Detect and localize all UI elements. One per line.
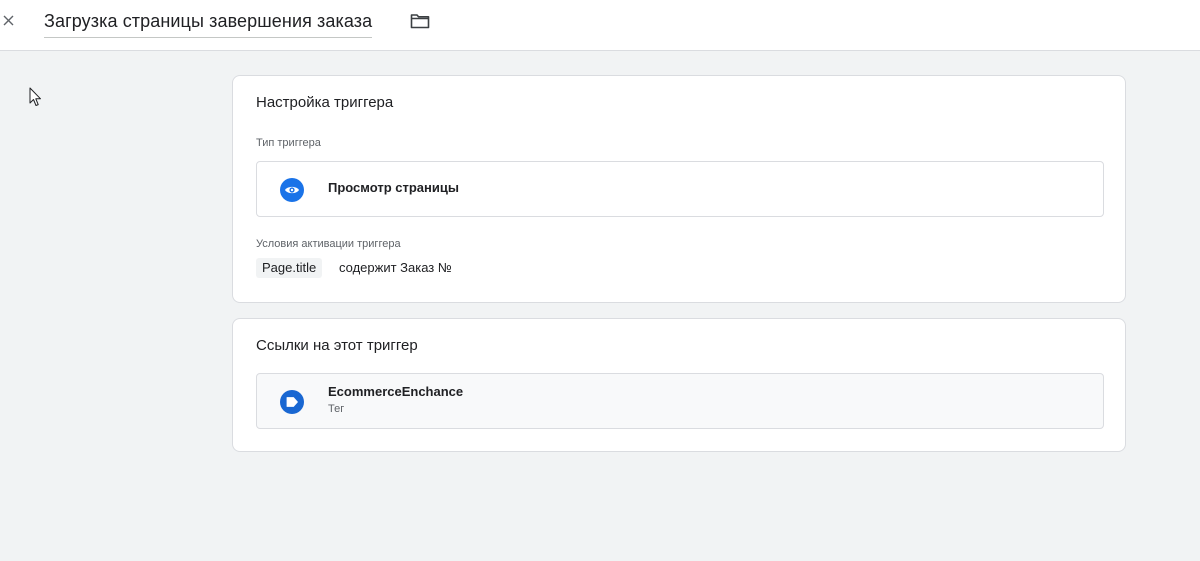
tag-icon [280,390,304,414]
condition-variable-chip: Page.title [256,258,323,278]
reference-item[interactable]: EcommerceEnchance Тег [256,373,1104,429]
mouse-cursor-icon [29,87,41,106]
folder-button[interactable] [410,12,430,30]
trigger-config-title: Настройка триггера [256,94,394,111]
eye-icon [280,178,304,202]
trigger-type-name: Просмотр страницы [328,180,459,195]
reference-item-type: Тег [328,403,345,415]
reference-item-name: EcommerceEnchance [328,384,464,399]
close-icon [3,15,14,26]
trigger-config-card: Настройка триггера Тип триггера Просмотр… [232,75,1126,303]
condition-operator-value: содержит Заказ № [339,260,452,275]
page-title[interactable]: Загрузка страницы завершения заказа [44,11,372,31]
trigger-references-title: Ссылки на этот триггер [256,337,418,354]
trigger-type-label: Тип триггера [256,137,321,149]
trigger-conditions-label: Условия активации триггера [256,238,401,250]
close-button[interactable] [0,10,20,30]
folder-icon [410,14,430,29]
top-bar: Загрузка страницы завершения заказа [0,0,1200,51]
trigger-type-selector[interactable]: Просмотр страницы [256,161,1104,217]
title-field[interactable]: Загрузка страницы завершения заказа [44,10,373,38]
trigger-references-card: Ссылки на этот триггер EcommerceEnchance… [232,318,1126,452]
